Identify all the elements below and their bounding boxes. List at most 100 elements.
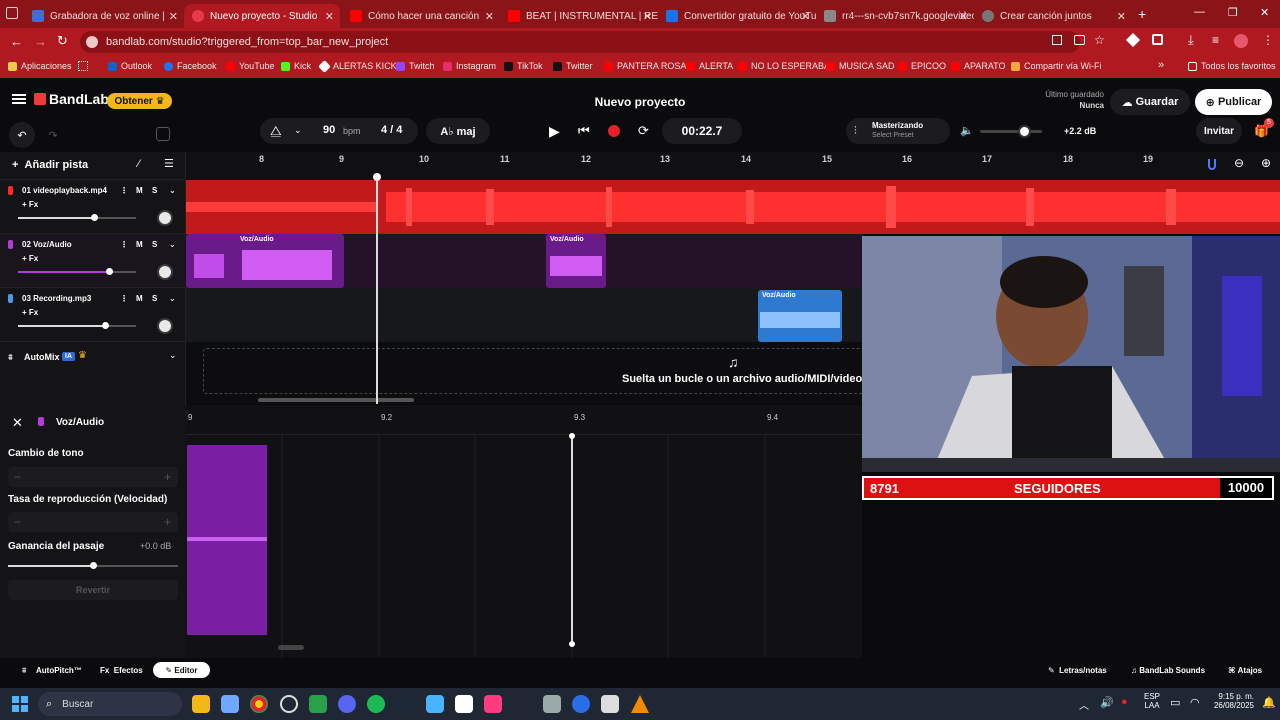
network-icon[interactable]: ◠ xyxy=(1190,696,1200,709)
tiktok-icon[interactable] xyxy=(484,695,502,713)
lane-videoplayback[interactable] xyxy=(186,180,1280,234)
track-header-2[interactable]: 02 Voz/Audio + Fx ⋮ M S ⌄ xyxy=(0,234,186,288)
playhead-handle[interactable] xyxy=(373,173,381,181)
tab-beat[interactable]: BEAT | INSTRUMENTAL | REGG ✕ xyxy=(500,4,658,28)
bookmark-alertas-kick[interactable]: ALERTAS KICK xyxy=(318,59,397,73)
zoom-out-icon[interactable]: ⊖ xyxy=(1234,156,1244,170)
skip-back-icon[interactable]: ⏮ xyxy=(578,123,590,139)
steam-icon[interactable] xyxy=(396,695,414,713)
extension-diamond-icon[interactable] xyxy=(1125,32,1141,48)
editor-waveform-area[interactable]: 9 9.2 9.3 9.4 xyxy=(186,405,862,658)
rate-stepper[interactable]: − + xyxy=(8,512,178,532)
autopitch-button[interactable]: AutoPitch™ xyxy=(36,666,82,675)
clock[interactable]: 9:15 p. m. 26/08/2025 xyxy=(1210,692,1254,710)
solo-button[interactable]: S xyxy=(152,240,157,249)
maximize-button[interactable]: ❐ xyxy=(1228,6,1238,19)
volume-slider-handle[interactable] xyxy=(1018,125,1031,138)
chevron-down-icon[interactable]: ⌄ xyxy=(294,125,302,136)
playhead-handle[interactable] xyxy=(569,433,575,439)
vpn-icon[interactable] xyxy=(426,695,444,713)
solo-button[interactable]: S xyxy=(152,294,157,303)
chrome-icon[interactable] xyxy=(250,695,268,713)
bookmark-outlook[interactable]: Outlook xyxy=(108,61,152,71)
bookmark-no-lo-esperaba[interactable]: NO LO ESPERABA xyxy=(738,61,830,71)
pan-knob[interactable] xyxy=(157,264,173,280)
volume-icon[interactable]: 🔈 xyxy=(960,124,974,137)
revert-button[interactable]: Revertir xyxy=(8,580,178,600)
settings-icon[interactable] xyxy=(543,695,561,713)
tab-crear-cancion[interactable]: Crear canción juntos ✕ xyxy=(974,4,1132,28)
add-fx-button[interactable]: + Fx xyxy=(22,308,38,317)
project-title[interactable]: Nuevo proyecto xyxy=(540,95,740,109)
pitch-stepper[interactable]: − + xyxy=(8,467,178,487)
editor-scrollbar[interactable] xyxy=(278,645,304,650)
apps-icon[interactable] xyxy=(78,61,88,71)
timeline-ruler[interactable]: 8 9 10 11 12 13 14 15 16 17 18 19 ⊖ ⊕ xyxy=(186,152,1280,180)
clip-voz-audio-2[interactable]: Voz/Audio xyxy=(546,234,606,288)
minimize-button[interactable]: — xyxy=(1194,6,1205,18)
bookmark-tiktok[interactable]: TikTok xyxy=(504,61,543,71)
track-volume-slider[interactable] xyxy=(18,268,136,275)
tab-googlevideo[interactable]: rr4---sn-cvb7sn7k.googlevideo ✕ xyxy=(816,4,974,28)
app-icon[interactable] xyxy=(572,695,590,713)
slider-handle[interactable] xyxy=(90,562,97,569)
bookmark-aplicaciones[interactable]: Aplicaciones xyxy=(8,61,72,71)
tab-convertidor[interactable]: Convertidor gratuito de YouTu ✕ xyxy=(658,4,816,28)
track-name[interactable]: 03 Recording.mp3 xyxy=(22,294,91,303)
close-icon[interactable]: ✕ xyxy=(169,10,178,23)
track-menu-icon[interactable]: ⋮ xyxy=(120,294,128,303)
chevron-down-icon[interactable]: ⌄ xyxy=(169,186,176,195)
tab-search-icon[interactable] xyxy=(6,7,18,19)
tab-como-hacer[interactable]: Cómo hacer una canción ✕ xyxy=(342,4,500,28)
menu-dots-icon[interactable]: ⋮ xyxy=(1262,33,1274,47)
magnet-snap-icon[interactable] xyxy=(1208,159,1216,170)
bandlab-logo-text[interactable]: BandLab xyxy=(49,91,109,107)
record-button[interactable] xyxy=(608,125,620,137)
bookmark-pantera-rosa[interactable]: PANTERA ROSA xyxy=(604,61,686,71)
zoom-in-icon[interactable]: ⊕ xyxy=(1261,156,1271,170)
bookmark-compartir-wifi[interactable]: Compartir vía Wi-Fi xyxy=(1011,61,1102,71)
editor-clip[interactable] xyxy=(187,445,267,635)
more-bookmarks-icon[interactable]: » xyxy=(1158,59,1164,71)
bookmark-musica-sad[interactable]: MUSICA SAD xyxy=(826,61,895,71)
profile-avatar[interactable] xyxy=(1234,34,1248,48)
save-button[interactable]: ☁ Guardar xyxy=(1110,89,1190,115)
bookmark-star-icon[interactable]: ☆ xyxy=(1094,33,1105,47)
bookmark-epicoo[interactable]: EPICOO xyxy=(898,61,946,71)
obs-icon[interactable] xyxy=(280,695,298,713)
shortcuts-button[interactable]: ⌘ Atajos xyxy=(1228,666,1262,675)
key-selector[interactable]: A♭ maj xyxy=(426,118,490,144)
app-icon[interactable] xyxy=(309,695,327,713)
track-menu-icon[interactable]: ⋮ xyxy=(120,186,128,195)
track-volume-slider[interactable] xyxy=(18,322,136,329)
bandlab-sounds-button[interactable]: ♫ BandLab Sounds xyxy=(1131,666,1205,675)
clip-view-icon[interactable] xyxy=(156,127,170,141)
bookmark-youtube[interactable]: YouTube xyxy=(226,61,274,71)
clip-recording[interactable]: Voz/Audio xyxy=(758,290,842,342)
install-app-icon[interactable] xyxy=(1052,35,1062,45)
capcut-icon[interactable] xyxy=(601,695,619,713)
spotify-icon[interactable] xyxy=(367,695,385,713)
minus-icon[interactable]: − xyxy=(14,470,21,484)
pan-knob[interactable] xyxy=(157,318,173,334)
close-icon[interactable]: ✕ xyxy=(325,10,334,23)
speaker-icon[interactable]: 🔊 xyxy=(1100,696,1114,709)
site-info-icon[interactable] xyxy=(86,36,98,48)
add-fx-button[interactable]: + Fx xyxy=(22,200,38,209)
solo-button[interactable]: S xyxy=(152,186,157,195)
close-icon[interactable]: ✕ xyxy=(959,10,968,23)
chevron-down-icon[interactable]: ⌄ xyxy=(169,240,176,249)
chevron-up-icon[interactable]: ︿ xyxy=(1079,697,1089,712)
master-volume-slider[interactable] xyxy=(980,125,1042,138)
file-explorer-icon[interactable] xyxy=(192,695,210,713)
horizontal-scrollbar[interactable] xyxy=(258,398,414,402)
chevron-down-icon[interactable]: ⌄ xyxy=(169,350,177,361)
publish-button[interactable]: ⊕ Publicar xyxy=(1195,89,1272,115)
slider-handle[interactable] xyxy=(102,322,109,329)
minus-icon[interactable]: − xyxy=(14,515,21,529)
invite-button[interactable]: Invitar xyxy=(1196,118,1242,144)
new-tab-button[interactable]: + xyxy=(1138,6,1146,22)
hamburger-menu-icon[interactable] xyxy=(12,94,26,104)
close-icon[interactable]: ✕ xyxy=(485,10,494,23)
track-menu-icon[interactable]: ⋮ xyxy=(120,240,128,249)
